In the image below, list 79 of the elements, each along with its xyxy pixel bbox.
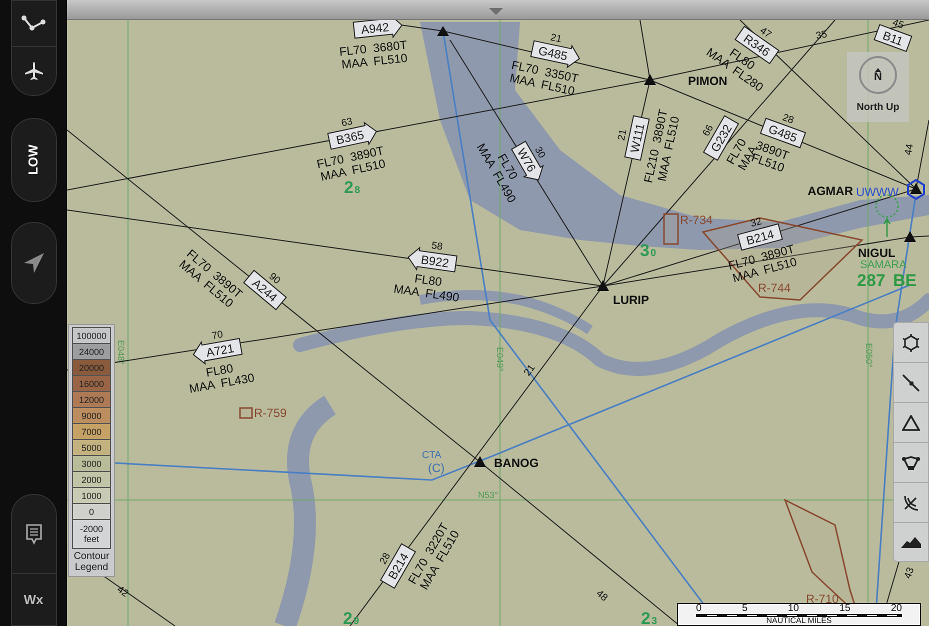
airspace-class: (C) bbox=[428, 461, 445, 475]
legend-value: 2000 bbox=[81, 474, 102, 484]
legend-value: -2000 bbox=[80, 524, 104, 534]
location-arrow-icon bbox=[22, 252, 44, 274]
segment-distance: 44 bbox=[903, 143, 916, 156]
chart-level-button[interactable]: LOW bbox=[10, 118, 56, 202]
segment-distance: 42 bbox=[114, 584, 130, 600]
restricted-area-label: R-759 bbox=[254, 406, 287, 420]
scale-tick-label: 5 bbox=[742, 604, 748, 614]
pentagon-icon bbox=[901, 454, 921, 472]
grid-mora: 29 bbox=[343, 609, 360, 626]
waypoint-icon[interactable] bbox=[644, 74, 656, 85]
airway-tag[interactable]: A721 bbox=[192, 338, 243, 365]
segment-distance: 48 bbox=[594, 588, 610, 604]
waypoint-name: LURIP bbox=[613, 293, 649, 307]
radar-icon bbox=[902, 494, 920, 512]
restricted-area bbox=[663, 213, 679, 245]
diagonal-line-icon bbox=[902, 374, 920, 392]
navaid-icon bbox=[902, 334, 920, 352]
waypoint-name: BANOG bbox=[494, 456, 539, 470]
waypoint-name: PIMON bbox=[688, 74, 728, 88]
legend-value: 24000 bbox=[78, 346, 104, 356]
waypoint-icon[interactable] bbox=[597, 280, 609, 291]
waypoint-icon[interactable] bbox=[904, 231, 916, 242]
arrow-icon bbox=[883, 218, 891, 238]
legend-value: 20000 bbox=[78, 362, 104, 372]
scale-tick-label: 10 bbox=[788, 604, 799, 614]
segment-distance: 21 bbox=[522, 362, 538, 378]
location-button[interactable] bbox=[10, 222, 56, 304]
restricted-area-label: R-710 bbox=[806, 592, 839, 606]
restricted-area-label: R-744 bbox=[758, 281, 791, 295]
ndb-frequency: 287 bbox=[857, 271, 886, 290]
waypoint-name: AGMAR bbox=[808, 184, 853, 198]
route-icon bbox=[20, 14, 46, 32]
grid-label: N53° bbox=[478, 490, 498, 500]
restricted-area bbox=[239, 407, 253, 419]
waypoint-name: NIGUL bbox=[858, 246, 896, 260]
grid-mora: 23 bbox=[641, 609, 658, 626]
grid-mora: 30 bbox=[640, 241, 656, 260]
segment-distance: 47 bbox=[758, 25, 774, 41]
airspace-name: CTA bbox=[422, 450, 442, 461]
legend-value: 9000 bbox=[81, 410, 102, 420]
legend-value: 3000 bbox=[81, 458, 102, 468]
legend-unit: feet bbox=[84, 534, 99, 544]
legend-value: 0 bbox=[88, 506, 94, 516]
legend-value: 1000 bbox=[81, 490, 102, 500]
segment-distance: 35 bbox=[815, 29, 828, 42]
note-icon bbox=[24, 522, 42, 545]
waypoint-icon[interactable] bbox=[910, 183, 922, 194]
legend-value: 5000 bbox=[81, 442, 102, 452]
airplane-icon bbox=[24, 61, 44, 81]
restricted-area-label: R-734 bbox=[680, 213, 713, 227]
segment-distance: 28 bbox=[378, 551, 393, 566]
compass-panel[interactable]: N North Up bbox=[847, 52, 909, 122]
grid-label: E050° bbox=[864, 343, 874, 368]
mountain-icon bbox=[901, 536, 921, 548]
triangle-icon bbox=[902, 414, 920, 430]
segment-distance: 43 bbox=[902, 566, 917, 580]
airport-code: UWWW bbox=[856, 185, 899, 199]
scale-tick-label: 0 bbox=[696, 604, 702, 614]
north-up-label: North Up bbox=[856, 101, 900, 115]
waypoint-icon bbox=[437, 26, 449, 36]
north-letter: N bbox=[874, 72, 882, 82]
scale-tick-label: 20 bbox=[890, 604, 902, 614]
segment-distance: 66 bbox=[700, 123, 716, 138]
scale-tick-label: 15 bbox=[839, 604, 850, 614]
legend-value: 12000 bbox=[78, 394, 104, 404]
weather-button[interactable]: Wx bbox=[12, 574, 56, 625]
legend-value: 7000 bbox=[81, 426, 102, 436]
north-pointer-icon bbox=[875, 68, 881, 72]
grid-mora: 28 bbox=[344, 178, 360, 197]
scale-unit: NAUTICAL MILES bbox=[765, 617, 833, 625]
vor-icon bbox=[907, 178, 925, 200]
waypoint-icon[interactable] bbox=[474, 456, 486, 467]
grid-label: E048° bbox=[116, 340, 126, 365]
legend-value: 100000 bbox=[76, 330, 107, 340]
legend-value: 16000 bbox=[78, 378, 104, 388]
grid-label: E049° bbox=[495, 347, 505, 372]
legend-title: Contour Legend bbox=[72, 551, 110, 573]
